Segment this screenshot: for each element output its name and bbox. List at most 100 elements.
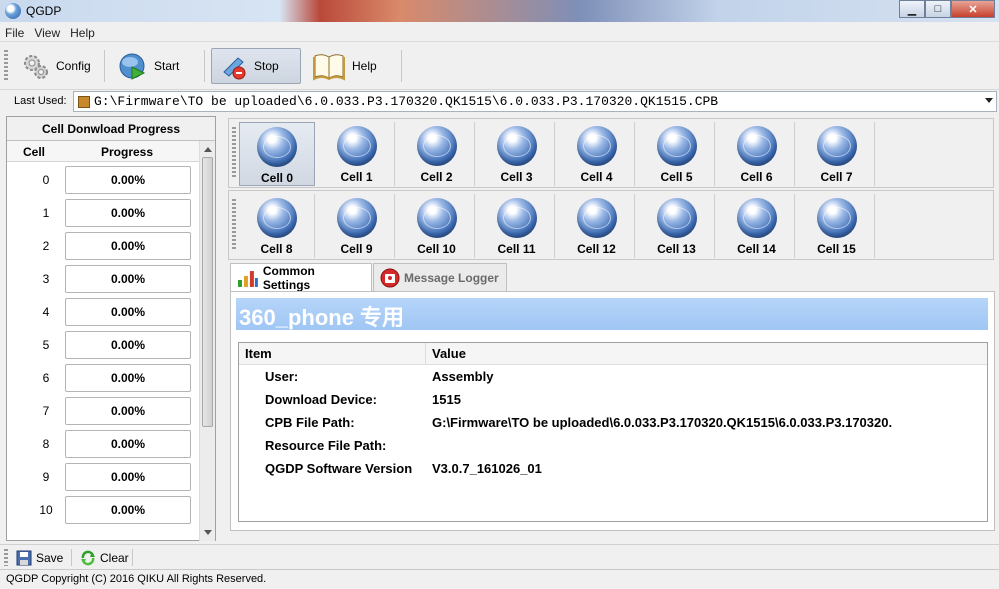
globe-icon — [336, 198, 377, 238]
cell-buttons-area: Cell 0 Cell 1 Cell 2 Cell 3 Cell 4 Cell 5 Cell… — [228, 118, 994, 260]
cell-number: 2 — [42, 238, 50, 253]
scroll-up-icon[interactable] — [204, 147, 212, 152]
tab-common-settings-label: Common Settings — [262, 263, 315, 292]
globe-icon — [656, 126, 697, 166]
cell-button[interactable]: Cell 4 — [559, 122, 635, 186]
globe-icon — [576, 198, 617, 238]
progress-value: 0.00% — [65, 330, 191, 359]
table-row[interactable]: 3 0.00% — [7, 262, 200, 295]
table-row[interactable]: 9 0.00% — [7, 460, 200, 493]
column-header-progress[interactable]: Progress — [61, 141, 193, 161]
progress-value: 0.00% — [65, 396, 191, 425]
help-button[interactable]: Help — [304, 48, 385, 84]
last-used-combobox[interactable]: G:\Firmware\TO be uploaded\6.0.033.P3.17… — [73, 91, 997, 112]
toolbar-separator — [104, 50, 105, 82]
row-grip[interactable] — [232, 127, 236, 179]
dropdown-arrow-icon[interactable] — [985, 98, 993, 103]
row-grip[interactable] — [232, 199, 236, 251]
book-icon — [313, 54, 345, 81]
column-header-cell[interactable]: Cell — [7, 141, 61, 161]
cell-button[interactable]: Cell 15 — [799, 194, 875, 258]
cell-button[interactable]: Cell 6 — [719, 122, 795, 186]
cell-button[interactable]: Cell 3 — [479, 122, 555, 186]
setting-item: User: — [265, 369, 299, 384]
column-header-item[interactable]: Item — [239, 343, 426, 364]
table-row[interactable]: 2 0.00% — [7, 229, 200, 262]
table-row[interactable]: 5 0.00% — [7, 328, 200, 361]
message-logger-icon — [380, 268, 400, 287]
table-row[interactable]: 1 0.00% — [7, 196, 200, 229]
menu-help[interactable]: Help — [65, 22, 100, 40]
column-header-value[interactable]: Value — [426, 343, 466, 364]
progress-value: 0.00% — [65, 495, 191, 524]
table-row[interactable]: 4 0.00% — [7, 295, 200, 328]
cell-button[interactable]: Cell 10 — [399, 194, 475, 258]
clear-button[interactable]: Clear — [80, 548, 129, 567]
settings-row[interactable]: Download Device: 1515 — [239, 388, 987, 411]
toolbar-grip[interactable] — [4, 50, 8, 82]
close-icon: ✕ — [968, 3, 978, 16]
menu-view[interactable]: View — [29, 22, 65, 40]
title-bar: QGDP ▁ □ ✕ — [0, 0, 999, 22]
table-row[interactable]: 0 0.00% — [7, 163, 200, 196]
scroll-thumb[interactable] — [202, 157, 213, 427]
cell-button[interactable]: Cell 2 — [399, 122, 475, 186]
globe-icon — [416, 126, 457, 166]
setting-value: V3.0.7_161026_01 — [432, 461, 542, 476]
profile-banner: 360_phone 专用 — [236, 298, 988, 330]
vertical-scrollbar[interactable] — [199, 141, 215, 541]
status-text: QGDP Copyright (C) 2016 QIKU All Rights … — [6, 573, 267, 585]
maximize-button[interactable]: □ — [925, 0, 951, 18]
progress-table-header: Cell Progress — [7, 141, 215, 162]
cell-button[interactable]: Cell 1 — [319, 122, 395, 186]
menu-file[interactable]: File — [0, 22, 29, 40]
last-used-path: G:\Firmware\TO be uploaded\6.0.033.P3.17… — [94, 94, 719, 109]
globe-icon — [816, 198, 857, 238]
close-button[interactable]: ✕ — [951, 0, 995, 18]
save-button[interactable]: Save — [16, 548, 63, 567]
window-controls: ▁ □ ✕ — [899, 0, 995, 18]
settings-row[interactable]: Resource File Path: — [239, 434, 987, 457]
toolbar-separator — [204, 50, 205, 82]
menu-bar: File View Help — [0, 22, 999, 42]
tab-message-logger[interactable]: Message Logger — [373, 263, 507, 291]
minimize-icon: ▁ — [907, 3, 917, 16]
progress-value: 0.00% — [65, 297, 191, 326]
cell-button[interactable]: Cell 11 — [479, 194, 555, 258]
cell-button[interactable]: Cell 13 — [639, 194, 715, 258]
cell-label: Cell 5 — [660, 170, 693, 184]
cell-button[interactable]: Cell 9 — [319, 194, 395, 258]
app-icon — [5, 3, 21, 19]
setting-item: Download Device: — [265, 392, 377, 407]
table-row[interactable]: 10 0.00% — [7, 493, 200, 526]
cell-button[interactable]: Cell 14 — [719, 194, 795, 258]
table-row[interactable]: 6 0.00% — [7, 361, 200, 394]
cell-label: Cell 12 — [577, 242, 616, 256]
globe-icon — [816, 126, 857, 166]
cell-button[interactable]: Cell 7 — [799, 122, 875, 186]
table-row[interactable]: 7 0.00% — [7, 394, 200, 427]
stop-button[interactable]: Stop — [211, 48, 301, 84]
cell-button[interactable]: Cell 12 — [559, 194, 635, 258]
globe-icon — [336, 126, 377, 166]
config-button[interactable]: Config — [14, 48, 99, 84]
bottom-toolbar-grip[interactable] — [4, 549, 8, 566]
bar-chart-icon — [237, 270, 258, 287]
cell-button[interactable]: Cell 8 — [239, 194, 315, 258]
cell-label: Cell 9 — [340, 242, 373, 256]
settings-row[interactable]: CPB File Path: G:\Firmware\TO be uploaded… — [239, 411, 987, 434]
cell-number: 4 — [42, 304, 50, 319]
tab-common-settings[interactable]: Common Settings — [230, 263, 372, 292]
cell-label: Cell 0 — [260, 171, 293, 185]
status-bar: QGDP Copyright (C) 2016 QIKU All Rights … — [0, 569, 999, 589]
globe-icon — [256, 198, 297, 238]
table-row[interactable]: 8 0.00% — [7, 427, 200, 460]
scroll-down-icon[interactable] — [204, 530, 212, 535]
cell-button[interactable]: Cell 5 — [639, 122, 715, 186]
minimize-button[interactable]: ▁ — [899, 0, 925, 18]
settings-row[interactable]: QGDP Software Version V3.0.7_161026_01 — [239, 457, 987, 480]
start-button[interactable]: Start — [110, 48, 187, 84]
start-icon — [119, 53, 146, 80]
settings-row[interactable]: User: Assembly — [239, 365, 987, 388]
cell-button[interactable]: Cell 0 — [239, 122, 315, 186]
